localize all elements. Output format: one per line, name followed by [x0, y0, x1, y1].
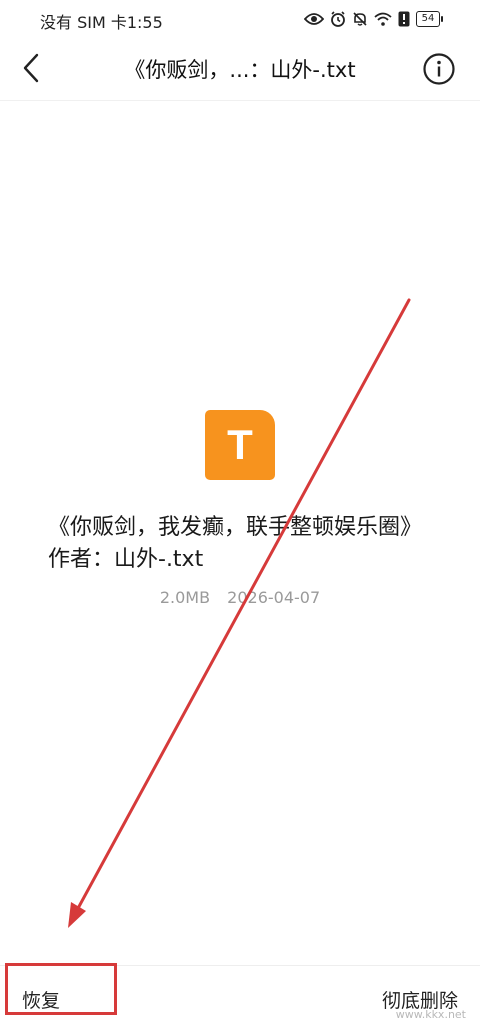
watermark: www.kkx.net — [395, 1008, 466, 1021]
annotation-arrow — [68, 298, 411, 928]
